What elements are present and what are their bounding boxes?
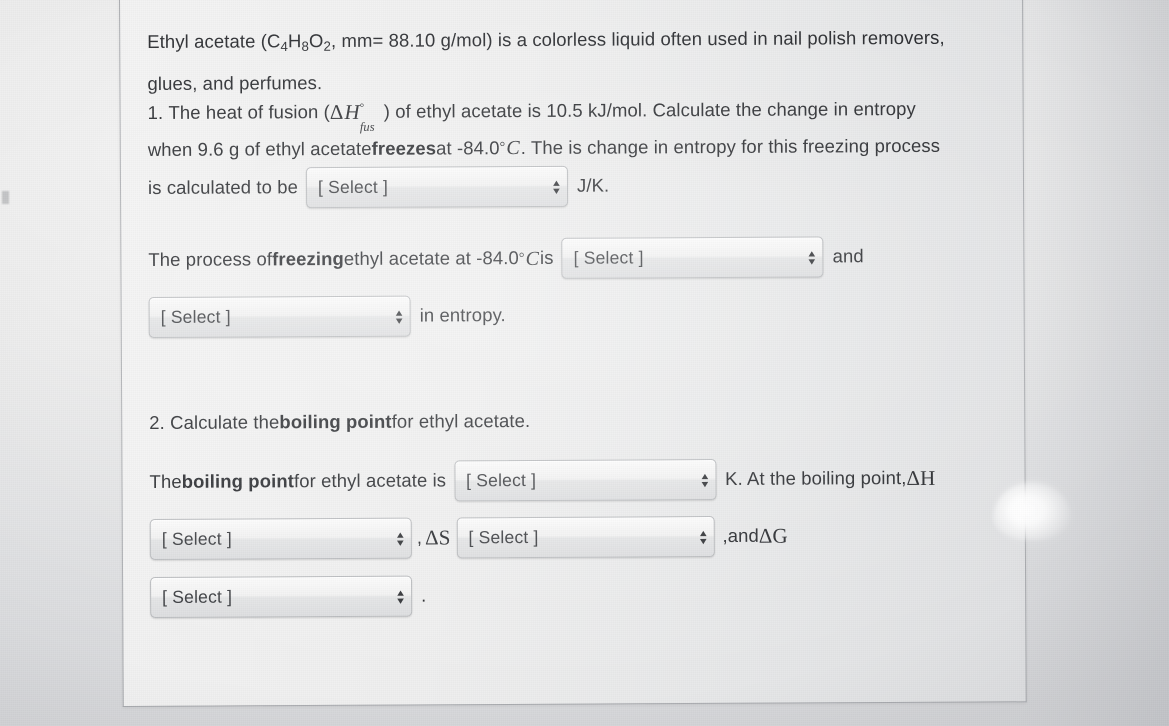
statement-line1: The process of freezing ethyl acetate at… — [148, 236, 864, 281]
question1-line2: when 9.6 g of ethyl acetate freezes at -… — [147, 134, 941, 160]
chevron-updown-icon: ▲ ▼ — [394, 529, 406, 548]
question2-number: 2. — [149, 411, 165, 433]
boiling-point-bold-1: boiling point — [279, 410, 392, 433]
chevron-updown-icon: ▲ ▼ — [698, 470, 711, 489]
select-delta-s-sign-label: [ Select ] — [468, 526, 539, 548]
boiling-point-bold-2: boiling point — [181, 470, 295, 493]
degree-superscript: ° — [359, 101, 365, 114]
select-delta-h-sign-label: [ Select ] — [161, 528, 232, 549]
freezes-bold: freezes — [371, 137, 437, 159]
statement-line2: [ Select ] ▲ ▼ in entropy. — [148, 295, 506, 338]
question2-line1-a: The — [149, 471, 182, 493]
question2-text-a: Calculate the — [170, 411, 280, 433]
question2-text-b: for ethyl acetate. — [391, 409, 531, 432]
celsius-c-2: C — [525, 247, 540, 270]
select-delta-s-sign[interactable]: [ Select ] ▲ ▼ — [456, 516, 715, 559]
intro-sub-4: 4 — [280, 38, 289, 55]
delta-h-fus-symbol: ΔH ° fus — [329, 99, 375, 134]
select-entropy-direction[interactable]: [ Select ] ▲ ▼ — [148, 295, 411, 338]
intro-paragraph: Ethyl acetate (C4H8O2, mm= 88.10 g/mol) … — [147, 20, 987, 102]
statement-and: and — [832, 245, 864, 267]
question2-period: . — [421, 584, 427, 606]
delta-h-symbol: ΔH — [906, 465, 936, 491]
intro-line1-d: , mm= 88.10 g/mol) is a colorless liquid… — [330, 26, 945, 52]
select-spontaneity-label: [ Select ] — [573, 247, 644, 268]
select-entropy-value[interactable]: [ Select ] ▲ ▼ — [305, 165, 569, 209]
assignment-document: Ethyl acetate (C4H8O2, mm= 88.10 g/mol) … — [147, 0, 1011, 726]
statement-part-a: The process of — [148, 248, 273, 271]
fus-subscript: fus — [359, 119, 375, 134]
question1-line3: is calculated to be [ Select ] ▲ ▼ J/K. — [147, 165, 610, 209]
question1-text-a: The heat of fusion ( — [168, 101, 330, 124]
question1-line1: 1. The heat of fusion (ΔH ° fus) of ethyl … — [147, 98, 916, 134]
chevron-updown-icon: ▲ ▼ — [550, 177, 563, 196]
intro-sub-2: 2 — [323, 38, 332, 54]
question1-line2-b: at -84.0 — [436, 136, 500, 159]
delta-g-symbol: ΔG — [758, 523, 788, 548]
statement-part-c: is — [539, 247, 554, 269]
question2-and-text: ,and — [722, 525, 759, 547]
select-spontaneity[interactable]: [ Select ] ▲ ▼ — [561, 236, 824, 279]
intro-sub-8: 8 — [301, 38, 310, 54]
select-delta-g-sign[interactable]: [ Select ] ▲ ▼ — [150, 575, 413, 618]
chevron-updown-icon: ▲ ▼ — [806, 247, 818, 267]
question1-unit-label: J/K. — [576, 174, 610, 197]
celsius-c-1: C — [506, 137, 520, 160]
select-boiling-point-label: [ Select ] — [466, 469, 537, 491]
select-entropy-direction-label: [ Select ] — [160, 306, 231, 327]
select-entropy-value-label: [ Select ] — [317, 176, 389, 197]
intro-line2: glues, and perfumes. — [147, 71, 323, 94]
select-delta-g-sign-label: [ Select ] — [162, 586, 233, 607]
question1-line2-a: when 9.6 g of ethyl acetate — [147, 137, 372, 160]
select-boiling-point[interactable]: [ Select ] ▲ ▼ — [454, 459, 717, 502]
question1-text-b: ) of ethyl acetate is 10.5 kJ/mol. Calcu… — [383, 98, 916, 123]
question2-line1: The boiling point for ethyl acetate is [… — [149, 458, 935, 503]
question2-heading: 2. Calculate the boiling point for ethyl… — [149, 409, 531, 433]
chevron-updown-icon: ▲ ▼ — [697, 527, 709, 546]
question2-line1-b: for ethyl acetate is — [293, 469, 447, 492]
question1-line3-a: is calculated to be — [147, 176, 299, 199]
question2-line2: [ Select ] ▲ ▼ , ΔS [ Select ] ▲ ▼ ,and ΔG — [149, 516, 788, 560]
chevron-updown-icon: ▲ ▼ — [393, 307, 405, 326]
intro-line1-b: H — [287, 30, 302, 52]
question1-line2-d: . The is change in entropy for this free… — [520, 134, 941, 158]
statement-part-d: in entropy. — [419, 304, 506, 326]
select-delta-h-sign[interactable]: [ Select ] ▲ ▼ — [149, 517, 412, 560]
question1-number: 1. — [147, 102, 164, 124]
intro-line1-a: Ethyl acetate (C — [147, 30, 281, 52]
intro-line1-c: O — [308, 30, 324, 52]
freezing-bold: freezing — [272, 248, 344, 270]
question2-line1-c: K. At the boiling point, — [725, 467, 907, 490]
delta-s-symbol: ΔS — [425, 525, 451, 550]
chevron-updown-icon: ▲ ▼ — [394, 587, 407, 606]
statement-part-b: ethyl acetate at -84.0 — [343, 247, 519, 270]
comma-separator: , — [416, 526, 423, 548]
h-italic: H — [344, 99, 360, 124]
question2-line3: [ Select ] ▲ ▼ . — [150, 575, 427, 618]
